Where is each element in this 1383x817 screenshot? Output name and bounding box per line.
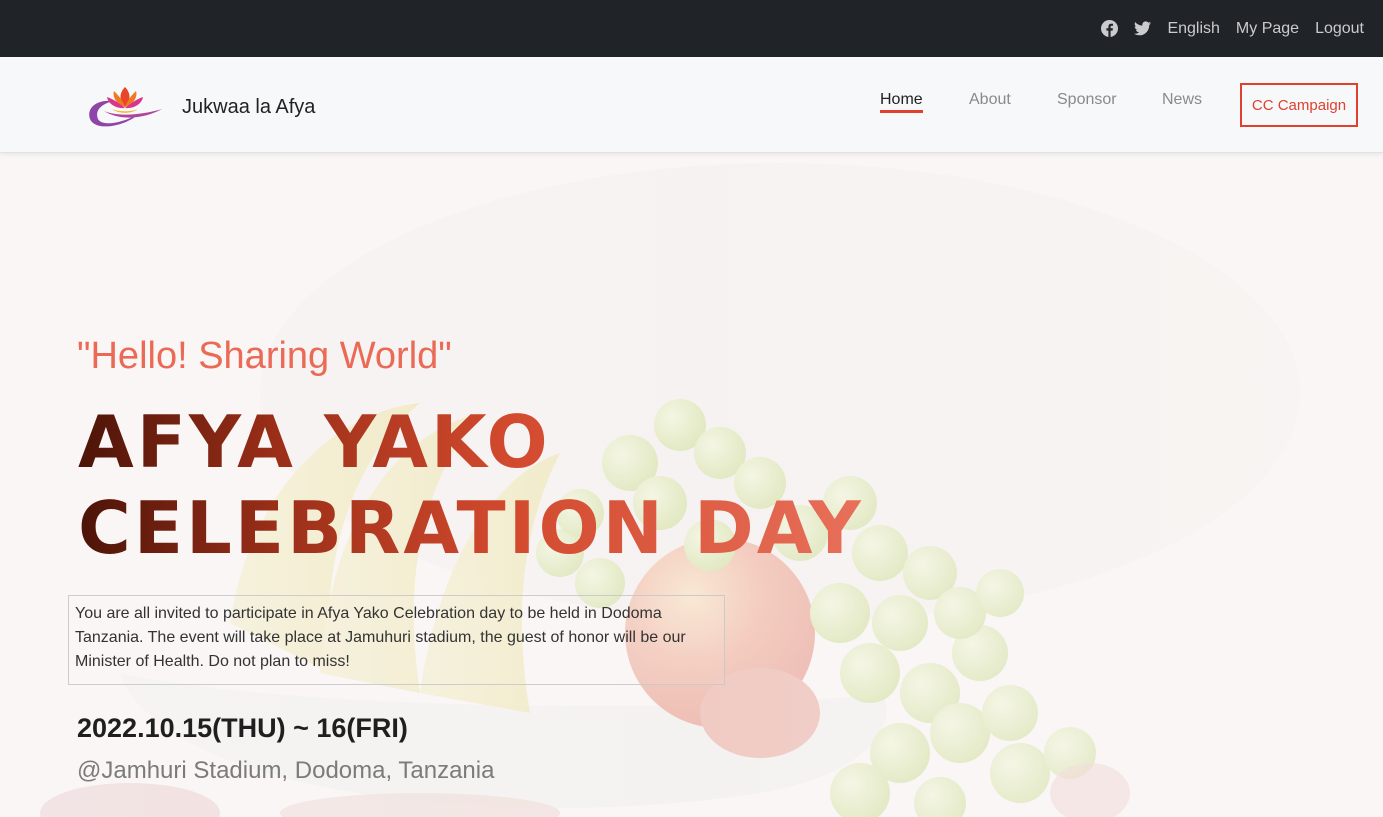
language-link[interactable]: English [1167, 20, 1219, 38]
twitter-icon[interactable] [1134, 20, 1152, 37]
hero-section: "Hello! Sharing World" AFYA YAKO CELEBRA… [0, 153, 1383, 817]
main-nav: Home About Sponsor News CC Campaign [0, 57, 1383, 153]
nav-item-sponsor[interactable]: Sponsor [1057, 91, 1117, 109]
event-venue: @Jamhuri Stadium, Dodoma, Tanzania [77, 757, 495, 784]
nav-item-about[interactable]: About [969, 91, 1011, 109]
cc-campaign-button[interactable]: CC Campaign [1240, 83, 1358, 127]
hero-title: AFYA YAKO CELEBRATION DAY [78, 399, 864, 571]
top-bar-links: English My Page Logout [1101, 0, 1364, 57]
site-header: Jukwaa la Afya Home About Sponsor News C… [0, 57, 1383, 153]
hero-tagline: "Hello! Sharing World" [77, 335, 452, 377]
facebook-icon[interactable] [1101, 20, 1119, 37]
my-page-link[interactable]: My Page [1236, 20, 1299, 38]
hero-description: You are all invited to participate in Af… [68, 595, 725, 685]
event-date: 2022.10.15(THU) ~ 16(FRI) [77, 713, 408, 743]
logout-link[interactable]: Logout [1315, 20, 1364, 38]
hero-title-line-2: CELEBRATION DAY [78, 486, 864, 570]
top-bar: English My Page Logout [0, 0, 1383, 57]
nav-item-news[interactable]: News [1162, 91, 1202, 109]
hero-title-line-1: AFYA YAKO [78, 400, 551, 484]
nav-item-home[interactable]: Home [880, 91, 923, 113]
